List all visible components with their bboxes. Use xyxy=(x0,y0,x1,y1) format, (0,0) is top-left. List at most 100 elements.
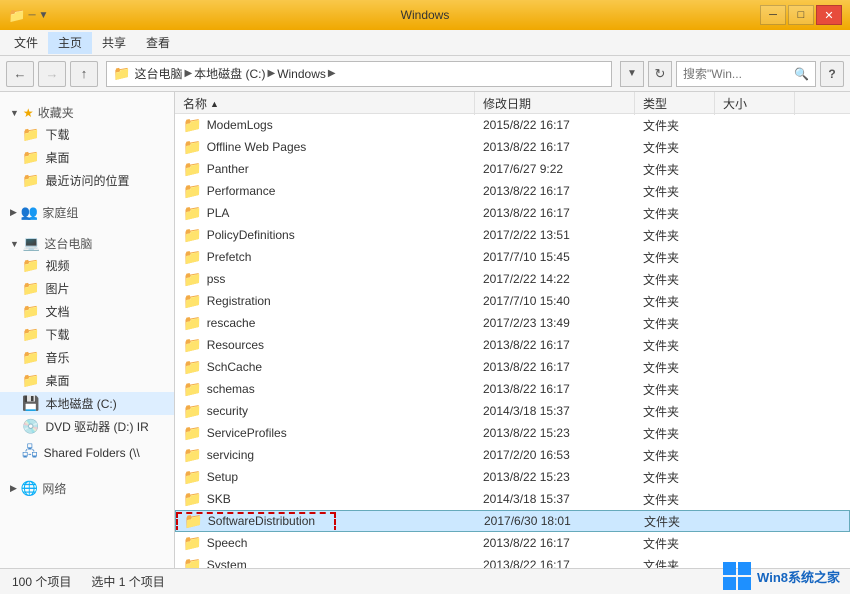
table-row[interactable]: 📁Resources2013/8/22 16:17文件夹 xyxy=(175,334,850,356)
folder-icon: 📁 xyxy=(183,248,202,266)
breadcrumb-disk[interactable]: 本地磁盘 (C:) xyxy=(194,65,265,82)
up-button[interactable]: ↑ xyxy=(70,61,98,87)
refresh-button[interactable]: ↻ xyxy=(648,61,672,87)
col-date-label: 修改日期 xyxy=(483,95,531,112)
sidebar-item-shared[interactable]: 🖧 Shared Folders (\\ xyxy=(0,438,174,468)
sidebar-item-local-disk[interactable]: 💾 本地磁盘 (C:) xyxy=(0,392,174,415)
back-button[interactable]: ← xyxy=(6,61,34,87)
table-row[interactable]: 📁Offline Web Pages2013/8/22 16:17文件夹 xyxy=(175,136,850,158)
sidebar-item-videos[interactable]: 📁 视频 xyxy=(0,254,174,277)
address-bar-dropdown[interactable]: ▼ xyxy=(620,61,644,87)
sidebar-section-homegroup[interactable]: ▶ 👥 家庭组 xyxy=(0,200,174,223)
menu-view[interactable]: 查看 xyxy=(136,32,180,54)
table-row[interactable]: 📁Panther2017/6/27 9:22文件夹 xyxy=(175,158,850,180)
file-name-cell: 📁 Prefetch xyxy=(175,248,475,266)
sidebar-section-network[interactable]: ▶ 🌐 网络 xyxy=(0,476,174,499)
sidebar-item-dvd[interactable]: 💿 DVD 驱动器 (D:) IR xyxy=(0,415,174,438)
sidebar-item-documents[interactable]: 📁 文档 xyxy=(0,300,174,323)
shared-icon: 🖧 xyxy=(22,441,38,465)
maximize-button[interactable]: □ xyxy=(788,5,814,25)
sidebar-item-recent[interactable]: 📁 最近访问的位置 xyxy=(0,169,174,192)
sidebar-section-favorites[interactable]: ▼ ★ 收藏夹 xyxy=(0,100,174,123)
file-date-cell: 2013/8/22 16:17 xyxy=(475,360,635,374)
table-row[interactable]: 📁Performance2013/8/22 16:17文件夹 xyxy=(175,180,850,202)
file-date-cell: 2014/3/18 15:37 xyxy=(475,492,635,506)
menu-home[interactable]: 主页 xyxy=(48,32,92,54)
table-row[interactable]: 📁schemas2013/8/22 16:17文件夹 xyxy=(175,378,850,400)
file-name: pss xyxy=(207,272,226,286)
sidebar-item-desktop[interactable]: 📁 桌面 xyxy=(0,146,174,169)
folder-icon: 📁 xyxy=(183,204,202,222)
file-date-cell: 2013/8/22 16:17 xyxy=(475,338,635,352)
file-type-cell: 文件夹 xyxy=(635,359,715,376)
col-size[interactable]: 大小 xyxy=(715,92,795,115)
close-button[interactable]: ✕ xyxy=(816,5,842,25)
col-name[interactable]: 名称 ▲ xyxy=(175,92,475,115)
sidebar-item-pictures[interactable]: 📁 图片 xyxy=(0,277,174,300)
breadcrumb-windows[interactable]: Windows xyxy=(277,67,326,81)
file-type-cell: 文件夹 xyxy=(635,381,715,398)
file-name-cell: 📁schemas xyxy=(175,380,475,398)
music-icon: 📁 xyxy=(22,349,39,366)
window-controls: ─ □ ✕ xyxy=(760,5,842,25)
sidebar-item-downloads[interactable]: 📁 下载 xyxy=(0,123,174,146)
table-row[interactable]: 📁Prefetch2017/7/10 15:45文件夹 xyxy=(175,246,850,268)
folder-icon: 📁 xyxy=(183,468,202,486)
file-type-cell: 文件夹 xyxy=(635,183,715,200)
file-name-cell: 📁ModemLogs xyxy=(175,116,475,134)
menu-bar: 文件 主页 共享 查看 xyxy=(0,30,850,56)
file-name: Registration xyxy=(207,294,271,308)
table-row[interactable]: 📁security2014/3/18 15:37文件夹 xyxy=(175,400,850,422)
table-row[interactable]: 📁ServiceProfiles2013/8/22 15:23文件夹 xyxy=(175,422,850,444)
folder-icon: 📁 xyxy=(183,380,202,398)
sidebar-item-desktop2[interactable]: 📁 桌面 xyxy=(0,369,174,392)
table-row[interactable]: 📁ModemLogs2015/8/22 16:17文件夹 xyxy=(175,114,850,136)
search-input[interactable] xyxy=(683,67,794,81)
file-name: System xyxy=(207,558,247,568)
file-date-cell: 2015/8/22 16:17 xyxy=(475,118,635,132)
col-type[interactable]: 类型 xyxy=(635,92,715,115)
file-name: SKB xyxy=(207,492,231,506)
sidebar-item-music[interactable]: 📁 音乐 xyxy=(0,346,174,369)
local-disk-label: 本地磁盘 (C:) xyxy=(45,395,116,412)
folder-icon: 📁 xyxy=(183,358,202,376)
sidebar-item-downloads2[interactable]: 📁 下载 xyxy=(0,323,174,346)
table-row[interactable]: 📁Registration2017/7/10 15:40文件夹 xyxy=(175,290,850,312)
table-row[interactable]: 📁Speech2013/8/22 16:17文件夹 xyxy=(175,532,850,554)
file-name-cell: 📁Registration xyxy=(175,292,475,310)
homegroup-chevron-icon: ▶ xyxy=(10,207,17,218)
file-date-cell: 2013/8/22 16:17 xyxy=(475,558,635,568)
table-row[interactable]: 📁SoftwareDistribution2017/6/30 18:01文件夹 xyxy=(175,510,850,532)
table-row[interactable]: 📁servicing2017/2/20 16:53文件夹 xyxy=(175,444,850,466)
folder-icon: 📁 xyxy=(183,336,202,354)
title-bar-left: 📁 ─ ▼ xyxy=(8,7,48,24)
folder-icon: 📁 xyxy=(183,160,202,178)
menu-share[interactable]: 共享 xyxy=(92,32,136,54)
breadcrumb-computer[interactable]: 这台电脑 xyxy=(134,65,182,82)
address-bar[interactable]: 📁 这台电脑 ▶ 本地磁盘 (C:) ▶ Windows ▶ xyxy=(106,61,612,87)
file-name: Prefetch xyxy=(207,250,252,264)
folder-icon: 📁 xyxy=(183,490,202,508)
folder-icon: 📁 xyxy=(183,138,202,156)
help-button[interactable]: ? xyxy=(820,61,844,87)
minimize-button[interactable]: ─ xyxy=(760,5,786,25)
search-box[interactable]: 🔍 xyxy=(676,61,816,87)
table-row[interactable]: 📁rescache2017/2/23 13:49文件夹 xyxy=(175,312,850,334)
table-row[interactable]: 📁SKB2014/3/18 15:37文件夹 xyxy=(175,488,850,510)
table-row[interactable]: 📁PLA2013/8/22 16:17文件夹 xyxy=(175,202,850,224)
file-type-cell: 文件夹 xyxy=(635,227,715,244)
col-date[interactable]: 修改日期 xyxy=(475,92,635,115)
documents-icon: 📁 xyxy=(22,303,39,320)
menu-file[interactable]: 文件 xyxy=(4,32,48,54)
forward-button[interactable]: → xyxy=(38,61,66,87)
table-row[interactable]: 📁Setup2013/8/22 15:23文件夹 xyxy=(175,466,850,488)
table-row[interactable]: 📁pss2017/2/22 14:22文件夹 xyxy=(175,268,850,290)
file-type-cell: 文件夹 xyxy=(636,513,716,530)
folder-icon: 📁 xyxy=(183,402,202,420)
documents-label: 文档 xyxy=(45,303,69,320)
table-row[interactable]: 📁PolicyDefinitions2017/2/22 13:51文件夹 xyxy=(175,224,850,246)
file-type-cell: 文件夹 xyxy=(635,249,715,266)
windows-logo xyxy=(723,562,751,590)
table-row[interactable]: 📁SchCache2013/8/22 16:17文件夹 xyxy=(175,356,850,378)
sidebar-section-thispc[interactable]: ▼ 💻 这台电脑 xyxy=(0,231,174,254)
